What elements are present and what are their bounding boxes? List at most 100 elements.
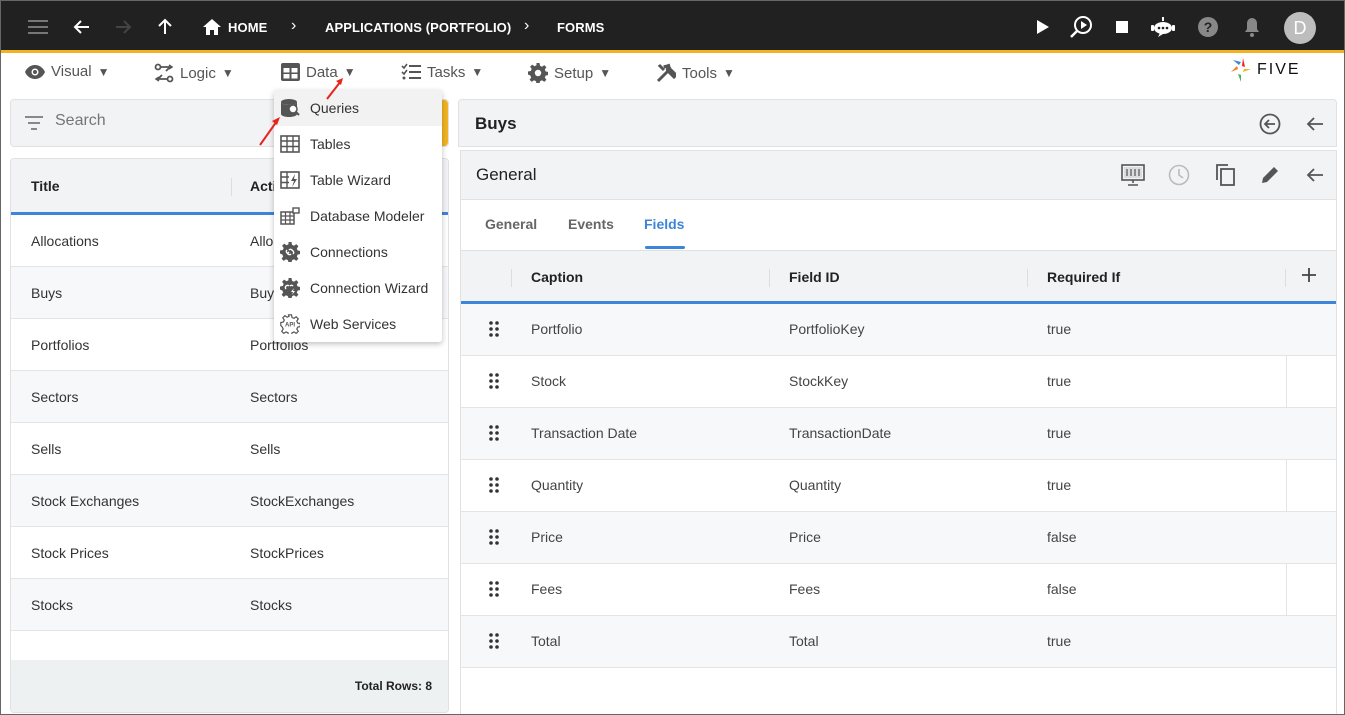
table-row[interactable]: Stock StockKey true xyxy=(461,356,1336,408)
drag-handle-icon[interactable] xyxy=(489,373,499,392)
copy-icon[interactable] xyxy=(1213,163,1237,187)
breadcrumb-applications[interactable]: APPLICATIONS (PORTFOLIO) xyxy=(325,20,511,35)
table-row[interactable]: Sells Sells xyxy=(11,423,448,475)
table-row[interactable]: Stocks Stocks xyxy=(11,579,448,631)
menu-tasks[interactable]: Tasks ▼ xyxy=(401,63,483,81)
total-rows-count: Total Rows: 8 xyxy=(354,679,432,693)
menu-item-label: Tables xyxy=(310,136,351,152)
back-arrow-icon[interactable] xyxy=(1303,163,1327,187)
menu-setup[interactable]: Setup ▼ xyxy=(528,63,611,83)
table-row[interactable]: Portfolio PortfolioKey true xyxy=(461,304,1336,356)
add-field-button[interactable] xyxy=(1301,267,1317,286)
cell-field-id: StockKey xyxy=(789,373,849,389)
cell-required-if: true xyxy=(1047,425,1072,441)
database-search-icon xyxy=(280,98,300,118)
up-icon[interactable] xyxy=(153,15,177,39)
eye-icon xyxy=(25,64,45,79)
breadcrumb-forms[interactable]: FORMS xyxy=(557,20,604,35)
cell-action-id: Sells xyxy=(250,440,281,457)
column-divider[interactable] xyxy=(231,178,232,196)
five-star-logo-icon xyxy=(1231,58,1251,82)
cell-required-if: true xyxy=(1047,321,1072,337)
help-icon[interactable]: ? xyxy=(1196,15,1220,39)
menu-item-database-modeler[interactable]: Database Modeler xyxy=(274,198,442,234)
home-icon[interactable] xyxy=(200,15,224,39)
chat-bot-icon[interactable] xyxy=(1151,15,1175,39)
table-row[interactable]: Price Price false xyxy=(461,512,1336,564)
menu-item-connection-wizard[interactable]: Connection Wizard xyxy=(274,270,442,306)
tab-general[interactable]: General xyxy=(485,216,537,232)
column-divider[interactable] xyxy=(511,269,512,287)
menu-tools[interactable]: Tools ▼ xyxy=(656,63,735,83)
menu-item-queries[interactable]: Queries xyxy=(274,90,442,126)
tab-events[interactable]: Events xyxy=(568,216,614,232)
column-header-field-id[interactable]: Field ID xyxy=(789,269,840,285)
tab-fields[interactable]: Fields xyxy=(644,216,684,232)
column-divider[interactable] xyxy=(769,269,770,287)
bell-icon[interactable] xyxy=(1240,15,1264,39)
cell-field-id: Quantity xyxy=(789,477,842,493)
drag-handle-icon[interactable] xyxy=(489,321,499,340)
menu-item-label: Connections xyxy=(310,244,388,260)
column-divider[interactable] xyxy=(1027,269,1028,287)
database-modeler-icon xyxy=(280,206,300,226)
form-preview-icon[interactable] xyxy=(1121,163,1145,187)
table-row[interactable]: Stock Prices StockPrices xyxy=(11,527,448,579)
history-clock-icon[interactable] xyxy=(1167,163,1191,187)
table-row[interactable]: Sectors Sectors xyxy=(11,371,448,423)
menu-visual[interactable]: Visual ▼ xyxy=(25,63,109,80)
user-avatar[interactable]: D xyxy=(1284,12,1316,44)
drag-handle-icon[interactable] xyxy=(489,529,499,548)
drag-handle-icon[interactable] xyxy=(489,477,499,496)
table-row[interactable]: Fees Fees false xyxy=(461,564,1336,616)
back-icon[interactable] xyxy=(70,15,94,39)
caret-icon: ▼ xyxy=(471,65,484,79)
table-row[interactable]: Total Total true xyxy=(461,616,1336,668)
cell-action-id: Sectors xyxy=(250,388,298,405)
inspect-run-icon[interactable] xyxy=(1069,15,1093,39)
forward-icon[interactable] xyxy=(111,15,135,39)
main-menu-bar: Visual ▼ Logic ▼ Data ▼ Tasks ▼ Setup ▼ … xyxy=(1,56,1344,91)
menu-visual-label: Visual xyxy=(51,63,92,80)
cell-title: Portfolios xyxy=(31,336,90,353)
filter-icon[interactable] xyxy=(25,116,43,130)
column-header-caption[interactable]: Caption xyxy=(531,269,583,285)
section-title: General xyxy=(476,165,537,184)
section-header: General xyxy=(460,150,1337,200)
stop-icon[interactable] xyxy=(1110,15,1134,39)
menu-item-tables[interactable]: Tables xyxy=(274,126,442,162)
menu-item-web-services[interactable]: API Web Services xyxy=(274,306,442,342)
edit-pencil-icon[interactable] xyxy=(1258,163,1282,187)
cell-required-if: true xyxy=(1047,373,1072,389)
column-header-required-if[interactable]: Required If xyxy=(1047,269,1120,285)
svg-text:?: ? xyxy=(1204,19,1213,35)
cell-title: Stocks xyxy=(31,596,74,613)
drag-handle-icon[interactable] xyxy=(489,633,499,652)
back-arrow-icon[interactable] xyxy=(1303,112,1327,136)
caret-icon: ▼ xyxy=(599,66,612,80)
plus-icon xyxy=(1302,268,1316,282)
top-bar: HOME › APPLICATIONS (PORTFOLIO) › FORMS … xyxy=(1,1,1344,53)
breadcrumb-home[interactable]: HOME xyxy=(228,20,267,35)
drag-handle-icon[interactable] xyxy=(489,581,499,600)
annotation-arrow-icon xyxy=(259,117,280,146)
column-header-title[interactable]: Title xyxy=(31,178,60,194)
menu-tools-label: Tools xyxy=(682,64,718,82)
caret-icon: ▼ xyxy=(97,64,110,79)
menu-item-table-wizard[interactable]: Table Wizard xyxy=(274,162,442,198)
menu-item-connections[interactable]: Connections xyxy=(274,234,442,270)
menu-logic[interactable]: Logic ▼ xyxy=(154,63,234,83)
drag-handle-icon[interactable] xyxy=(489,425,499,444)
cell-required-if: false xyxy=(1047,529,1077,545)
api-gear-icon: API xyxy=(280,314,300,334)
circle-back-icon[interactable] xyxy=(1258,112,1282,136)
menu-item-label: Database Modeler xyxy=(310,208,425,224)
column-divider[interactable] xyxy=(1285,269,1286,287)
play-icon[interactable] xyxy=(1031,15,1055,39)
table-row[interactable]: Quantity Quantity true xyxy=(461,460,1336,512)
app-window: HOME › APPLICATIONS (PORTFOLIO) › FORMS … xyxy=(0,0,1345,715)
breadcrumb-separator: › xyxy=(291,17,297,34)
menu-icon[interactable] xyxy=(26,15,50,39)
table-row[interactable]: Stock Exchanges StockExchanges xyxy=(11,475,448,527)
table-row[interactable]: Transaction Date TransactionDate true xyxy=(461,408,1336,460)
